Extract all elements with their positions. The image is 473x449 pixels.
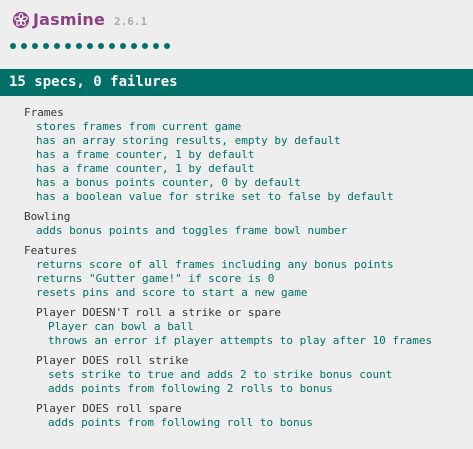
suite-title[interactable]: Frames (0, 106, 473, 120)
spec-item[interactable]: has a bonus points counter, 0 by default (0, 176, 473, 190)
suite-title[interactable]: Bowling (0, 210, 473, 224)
spec-item[interactable]: throws an error if player attempts to pl… (0, 334, 473, 348)
banner: Jasmine 2.6.1 (0, 0, 473, 68)
passed-spec-dot[interactable] (120, 43, 126, 49)
version-label: 2.6.1 (114, 15, 148, 28)
passed-spec-dot[interactable] (43, 43, 49, 49)
passed-spec-dot[interactable] (164, 43, 170, 49)
spec-item[interactable]: has an array storing results, empty by d… (0, 134, 473, 148)
spec-item[interactable]: sets strike to true and adds 2 to strike… (0, 368, 473, 382)
spec-item[interactable]: has a frame counter, 1 by default (0, 162, 473, 176)
passed-spec-dot[interactable] (65, 43, 71, 49)
spec-item[interactable]: stores frames from current game (0, 120, 473, 134)
spec-item[interactable]: resets pins and score to start a new gam… (0, 286, 473, 300)
subsuite-title[interactable]: Player DOES roll strike (0, 354, 473, 368)
spec-item[interactable]: adds points from following 2 rolls to bo… (0, 382, 473, 396)
passed-spec-dot[interactable] (32, 43, 38, 49)
passed-spec-dot[interactable] (54, 43, 60, 49)
jasmine-logo: Jasmine (12, 10, 105, 29)
passed-spec-dot[interactable] (21, 43, 27, 49)
jasmine-report: Jasmine 2.6.1 15 specs, 0 failures Frame… (0, 0, 473, 449)
passed-spec-dot[interactable] (142, 43, 148, 49)
spec-item[interactable]: has a frame counter, 1 by default (0, 148, 473, 162)
passed-spec-dot[interactable] (87, 43, 93, 49)
spec-item[interactable]: adds points from following roll to bonus (0, 416, 473, 430)
spec-status-dots (10, 43, 170, 49)
passed-spec-dot[interactable] (98, 43, 104, 49)
spec-item[interactable]: has a boolean value for strike set to fa… (0, 190, 473, 204)
suite-title[interactable]: Features (0, 244, 473, 258)
passed-spec-dot[interactable] (10, 43, 16, 49)
summary-text: 15 specs, 0 failures (9, 74, 178, 90)
summary-bar: 15 specs, 0 failures (0, 69, 473, 96)
spec-item[interactable]: adds bonus points and toggles frame bowl… (0, 224, 473, 238)
passed-spec-dot[interactable] (109, 43, 115, 49)
passed-spec-dot[interactable] (153, 43, 159, 49)
spec-item[interactable]: returns score of all frames including an… (0, 258, 473, 272)
subsuite-title[interactable]: Player DOESN'T roll a strike or spare (0, 306, 473, 320)
results-list: Frames stores frames from current game has… (0, 106, 473, 430)
spec-item[interactable]: Player can bowl a ball (0, 320, 473, 334)
subsuite-title[interactable]: Player DOES roll spare (0, 402, 473, 416)
spec-item[interactable]: returns "Gutter game!" if score is 0 (0, 272, 473, 286)
passed-spec-dot[interactable] (76, 43, 82, 49)
jasmine-flower-icon (12, 11, 30, 28)
brand-name: Jasmine (33, 10, 106, 29)
passed-spec-dot[interactable] (131, 43, 137, 49)
